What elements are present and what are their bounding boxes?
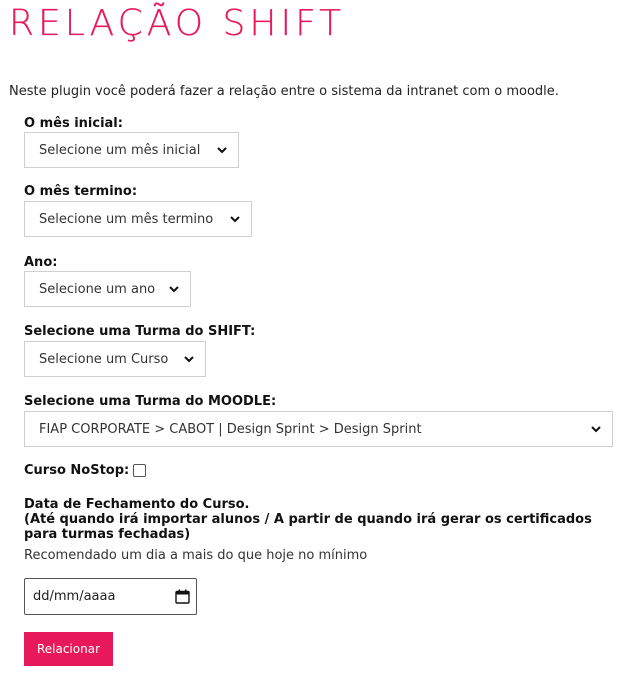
intro-text: Neste plugin você poderá fazer a relação… [9, 84, 559, 99]
turma-shift-value: Selecione um Curso [39, 351, 169, 367]
chevron-down-icon [591, 426, 601, 433]
chevron-down-icon [169, 286, 179, 293]
turma-shift-select[interactable]: Selecione um Curso [24, 341, 206, 377]
fechamento-subtitle: (Até quando irá importar alunos / A part… [24, 512, 592, 542]
fechamento-date-input[interactable]: dd/mm/aaaa [24, 578, 197, 615]
mes-inicial-label: O mês inicial: [24, 116, 123, 131]
nostop-label: Curso NoStop: [24, 463, 130, 478]
calendar-icon[interactable] [175, 589, 190, 604]
relacionar-button[interactable]: Relacionar [24, 632, 113, 666]
turma-moodle-label: Selecione uma Turma do MOODLE: [24, 394, 277, 409]
mes-inicial-value: Selecione um mês inicial [39, 142, 201, 158]
page-title: RELAÇÃO SHIFT [9, 3, 346, 44]
chevron-down-icon [184, 356, 194, 363]
fechamento-heading: Data de Fechamento do Curso. (Até quando… [24, 497, 604, 542]
ano-label: Ano: [24, 255, 58, 270]
ano-value: Selecione um ano [39, 281, 156, 297]
chevron-down-icon [230, 216, 240, 223]
fechamento-title: Data de Fechamento do Curso. [24, 497, 250, 512]
ano-select[interactable]: Selecione um ano [24, 271, 191, 307]
nostop-row: Curso NoStop: [24, 463, 147, 478]
mes-termino-select[interactable]: Selecione um mês termino [24, 201, 252, 237]
nostop-checkbox[interactable] [133, 464, 147, 477]
turma-moodle-value: FIAP CORPORATE > CABOT | Design Sprint >… [39, 421, 422, 437]
turma-shift-label: Selecione uma Turma do SHIFT: [24, 324, 256, 339]
date-placeholder: dd/mm/aaaa [33, 589, 116, 604]
chevron-down-icon [217, 147, 227, 154]
mes-inicial-select[interactable]: Selecione um mês inicial [24, 132, 239, 168]
mes-termino-label: O mês termino: [24, 184, 138, 199]
turma-moodle-select[interactable]: FIAP CORPORATE > CABOT | Design Sprint >… [24, 411, 613, 447]
fechamento-hint: Recomendado um dia a mais do que hoje no… [24, 548, 368, 563]
mes-termino-value: Selecione um mês termino [39, 211, 214, 227]
